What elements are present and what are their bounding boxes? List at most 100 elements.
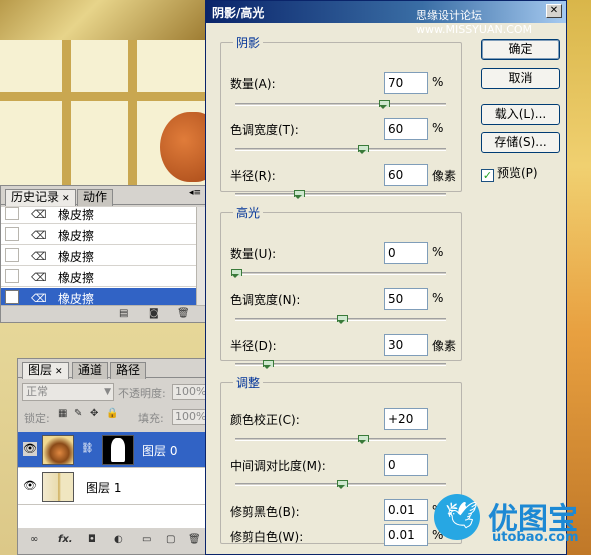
shadow-tonal-width-field[interactable]: 60 — [384, 118, 428, 140]
history-item[interactable]: ⌫ 橡皮擦 — [1, 267, 196, 287]
tab-channels[interactable]: 通道 — [72, 362, 109, 379]
history-item-label: 橡皮擦 — [58, 229, 95, 243]
bird-logo-icon: 🕊 — [434, 494, 480, 540]
black-clip-field[interactable]: 0.01 — [384, 499, 428, 521]
blend-mode-select[interactable]: 正常 ▼ — [22, 383, 114, 401]
preview-checkbox[interactable]: ✓ — [481, 169, 494, 182]
lock-brush-icon[interactable]: ✎ — [74, 408, 82, 419]
shadow-radius-slider-track[interactable] — [235, 190, 446, 199]
layer-style-fx-icon[interactable]: fx. — [58, 534, 73, 545]
shadow-tonal-width-slider-thumb[interactable] — [357, 145, 369, 155]
lock-move-icon[interactable]: ✥ — [90, 408, 98, 419]
highlight-radius-slider-thumb[interactable] — [262, 360, 274, 370]
black-clip-label: 修剪黑色(B): — [230, 505, 300, 519]
close-tab-icon[interactable]: ✕ — [62, 194, 70, 204]
shadow-amount-slider-thumb[interactable] — [378, 100, 390, 110]
panel-menu-icon[interactable]: ◂≡ — [189, 188, 201, 198]
new-document-icon[interactable]: ▤ — [119, 308, 128, 319]
snapshot-checkbox[interactable] — [5, 227, 19, 241]
shadow-amount-field[interactable]: 70 — [384, 72, 428, 94]
window-bar — [128, 40, 137, 190]
midtone-contrast-slider-track[interactable] — [235, 480, 446, 489]
shadow-amount-slider-track[interactable] — [235, 100, 446, 109]
layer-name: 图层 0 — [142, 444, 178, 458]
highlights-title: 高光 — [236, 206, 261, 220]
link-chain-icon[interactable]: ⛓ — [81, 443, 94, 454]
midtone-contrast-slider-thumb[interactable] — [336, 480, 348, 490]
highlights-group: 高光 数量(U): 0 % 色调宽度(N): 50 % 半径(D): 30 像素 — [220, 204, 462, 369]
history-state-marker[interactable] — [5, 290, 19, 304]
history-item[interactable]: ⌫ 橡皮擦 — [1, 225, 196, 245]
window-bar — [0, 92, 205, 101]
shadow-radius-slider-thumb[interactable] — [294, 190, 306, 200]
tab-label: 图层 — [28, 363, 53, 377]
tab-paths[interactable]: 路径 — [110, 362, 147, 379]
snapshot-checkbox[interactable] — [5, 207, 19, 220]
color-correction-slider-track[interactable] — [235, 435, 446, 444]
pixel-unit: 像素 — [432, 169, 457, 183]
opacity-field[interactable]: 100% — [172, 384, 206, 400]
highlight-amount-slider-thumb[interactable] — [231, 269, 242, 279]
color-correction-slider-thumb[interactable] — [357, 435, 369, 445]
highlight-tonal-width-slider-track[interactable] — [235, 315, 446, 324]
highlight-tonal-width-field[interactable]: 50 — [384, 288, 428, 310]
fill-field[interactable]: 100% — [172, 409, 206, 425]
history-item[interactable]: ⌫ 橡皮擦 — [1, 207, 196, 224]
ok-button[interactable]: 确定 — [481, 39, 560, 60]
eraser-icon: ⌫ — [31, 250, 47, 263]
close-tab-icon[interactable]: ✕ — [55, 367, 63, 377]
tab-layers[interactable]: 图层 ✕ — [22, 362, 69, 379]
tab-label: 动作 — [83, 190, 108, 204]
load-button[interactable]: 载入(L)... — [481, 104, 560, 125]
shadows-title: 阴影 — [236, 36, 261, 50]
eye-visibility-icon[interactable]: 👁 — [23, 442, 37, 456]
highlight-radius-field[interactable]: 30 — [384, 334, 428, 356]
camera-snapshot-icon[interactable]: ◙ — [149, 308, 159, 319]
tab-label: 通道 — [78, 363, 103, 377]
dialog-titlebar[interactable]: 阴影/高光 思缘设计论坛 www.MISSYUAN.COM ✕ — [206, 1, 566, 36]
eraser-icon: ⌫ — [31, 271, 47, 284]
shadow-tonal-width-slider-track[interactable] — [235, 145, 446, 154]
highlight-amount-slider-track[interactable] — [231, 269, 446, 278]
preview-option[interactable]: ✓ 预览(P) — [481, 164, 538, 182]
shadow-radius-field[interactable]: 60 — [384, 164, 428, 186]
history-scrollbar[interactable] — [196, 207, 205, 305]
layer-row[interactable]: 👁 图层 1 — [18, 469, 207, 505]
close-icon[interactable]: ✕ — [546, 4, 562, 18]
shadow-amount-label: 数量(A): — [230, 77, 276, 91]
snapshot-checkbox[interactable] — [5, 269, 19, 283]
cancel-button[interactable]: 取消 — [481, 68, 560, 89]
delete-layer-icon[interactable]: 🗑 — [188, 534, 201, 545]
midtone-contrast-field[interactable]: 0 — [384, 454, 428, 476]
history-list: ⌫ 橡皮擦 ⌫ 橡皮擦 ⌫ 橡皮擦 ⌫ 橡皮擦 ⌫ 橡皮擦 — [1, 207, 205, 308]
utobao-logo: 🕊 优图宝 utobao.com — [430, 490, 590, 554]
highlight-tonal-width-slider-thumb[interactable] — [336, 315, 348, 325]
tab-actions[interactable]: 动作 — [77, 189, 114, 206]
snapshot-checkbox[interactable] — [5, 248, 19, 262]
add-mask-icon[interactable]: ◘ — [88, 534, 96, 545]
white-clip-field[interactable]: 0.01 — [384, 524, 428, 546]
adjustments-title: 调整 — [236, 376, 261, 390]
lock-transparency-icon[interactable]: ▦ — [58, 408, 67, 419]
layer-mask-thumbnail[interactable] — [102, 435, 134, 465]
new-layer-icon[interactable]: ▢ — [166, 534, 175, 545]
history-item-label: 橡皮擦 — [58, 250, 95, 264]
trash-icon[interactable]: 🗑 — [177, 308, 190, 319]
new-group-folder-icon[interactable]: ▭ — [142, 534, 151, 545]
chevron-down-icon: ▼ — [104, 387, 111, 397]
eraser-icon: ⌫ — [31, 208, 47, 221]
highlight-amount-field[interactable]: 0 — [384, 242, 428, 264]
percent-unit: % — [432, 245, 444, 259]
eye-visibility-icon[interactable]: 👁 — [23, 479, 37, 493]
link-layers-icon[interactable]: ∞ — [30, 534, 38, 545]
highlight-radius-slider-track[interactable] — [235, 360, 446, 369]
lock-label: 锁定: — [24, 412, 50, 425]
save-button[interactable]: 存储(S)... — [481, 132, 560, 153]
percent-unit: % — [432, 291, 444, 305]
history-item[interactable]: ⌫ 橡皮擦 — [1, 246, 196, 266]
layer-row-selected[interactable]: 👁 ⛓ 图层 0 — [18, 432, 207, 468]
adjustment-layer-icon[interactable]: ◐ — [114, 534, 123, 545]
color-correction-field[interactable]: +20 — [384, 408, 428, 430]
tab-history[interactable]: 历史记录 ✕ — [5, 189, 76, 206]
lock-all-icon[interactable]: 🔒 — [106, 408, 118, 419]
